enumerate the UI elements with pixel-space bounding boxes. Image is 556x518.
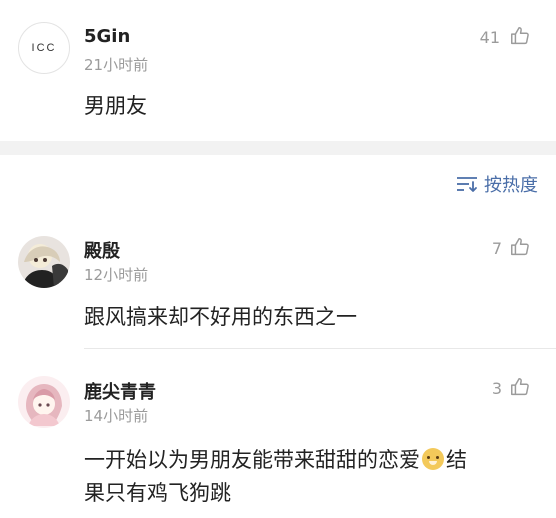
comment-text-line2: 果只有鸡飞狗跳 <box>84 481 231 505</box>
comment-text: 男朋友 <box>84 94 147 118</box>
like-count: 41 <box>479 28 500 47</box>
like-count: 3 <box>491 379 502 398</box>
sort-button[interactable]: 按热度 <box>456 171 538 197</box>
section-divider <box>0 141 556 155</box>
username[interactable]: 殿殷 <box>84 237 120 263</box>
comment-text: 跟风搞来却不好用的东西之一 <box>84 305 357 329</box>
username[interactable]: 5Gin <box>84 26 130 47</box>
thumbs-up-icon[interactable] <box>509 25 531 47</box>
sort-bar: 按热度 <box>0 155 556 211</box>
thumbs-up-icon[interactable] <box>509 376 531 398</box>
comment-time: 12小时前 <box>84 266 149 284</box>
like-count: 7 <box>491 239 502 258</box>
avatar[interactable] <box>18 376 70 428</box>
thumbs-up-icon[interactable] <box>509 236 531 258</box>
username[interactable]: 鹿尖青青 <box>84 378 156 404</box>
sort-lines-icon <box>456 175 478 193</box>
comment-time: 21小时前 <box>84 56 149 74</box>
comment-text-part: 结 <box>446 448 467 472</box>
avatar[interactable]: ICC <box>18 22 70 74</box>
doge-icon <box>422 448 444 470</box>
avatar-text: ICC <box>31 42 57 54</box>
avatar[interactable] <box>18 236 70 288</box>
comment-page: ICC 5Gin 21小时前 男朋友 41 按热度 殿殷 12小时前 跟风搞来却… <box>0 0 556 518</box>
comment-text-part: 一开始以为男朋友能带来甜甜的恋爱 <box>84 448 420 472</box>
comment-time: 14小时前 <box>84 407 149 425</box>
row-divider <box>84 348 556 349</box>
sort-label: 按热度 <box>484 175 538 196</box>
top-comment-card: ICC 5Gin 21小时前 男朋友 41 <box>0 0 556 141</box>
comment-text-line1: 一开始以为男朋友能带来甜甜的恋爱 结 <box>84 445 467 476</box>
